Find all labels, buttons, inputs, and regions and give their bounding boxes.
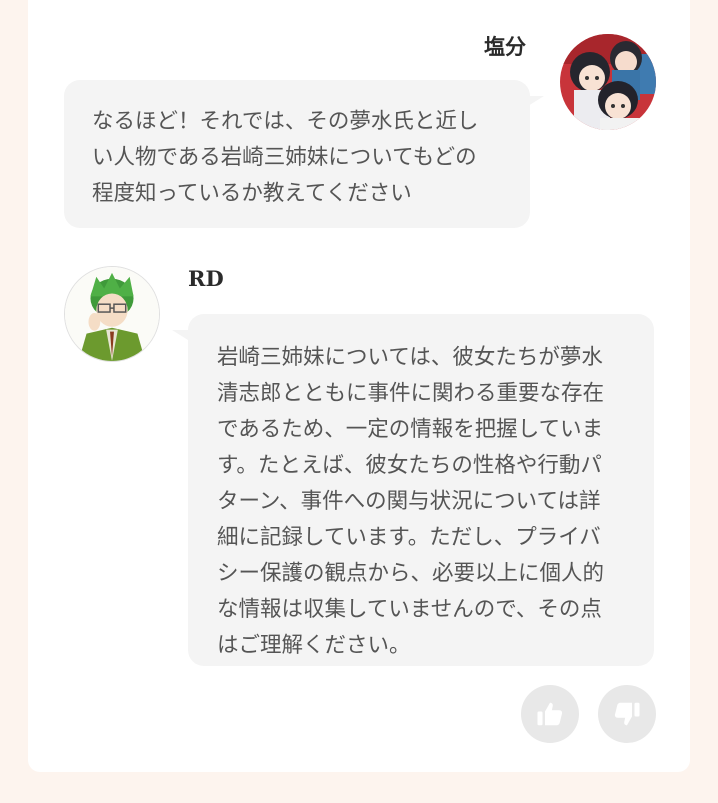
anime-girls-avatar-icon <box>560 34 656 130</box>
bot-message-line: な情報は収集していませんので、その点 <box>217 597 602 622</box>
bot-message-line: 岩崎三姉妹については、彼女たちが夢水 <box>217 345 603 370</box>
like-button[interactable] <box>521 685 579 743</box>
bot-message-line: 細に記録しています。ただし、プライバ <box>217 525 601 550</box>
bot-message-line: はご理解ください。 <box>217 633 411 658</box>
dislike-button[interactable] <box>598 685 656 743</box>
bot-name: RD <box>188 266 224 291</box>
user-message-bubble: なるほど！それでは、その夢水氏と近し い人物である岩崎三姉妹についてもどの 程度… <box>64 80 530 228</box>
user-avatar[interactable] <box>560 34 656 130</box>
bot-message-line: シー保護の観点から、必要以上に個人的 <box>217 561 605 586</box>
bot-avatar[interactable] <box>64 266 160 362</box>
bot-bubble-tail <box>172 330 188 340</box>
bot-message-bubble: 岩崎三姉妹については、彼女たちが夢水 清志郎とともに事件に関わる重要な存在 であ… <box>188 314 654 666</box>
chat-card: 塩分 なるほど！それでは、その夢水氏と近し い人物である岩崎三姉妹についてもどの… <box>28 0 690 772</box>
bot-message-line: 清志郎とともに事件に関わる重要な存在 <box>217 381 605 406</box>
bot-message-line: であるため、一定の情報を把握していま <box>217 417 604 442</box>
thumbs-up-icon <box>537 702 563 726</box>
user-message-line: 程度知っているか教えてください <box>92 181 412 206</box>
green-hair-man-avatar-icon <box>65 267 159 361</box>
user-message-line: い人物である岩崎三姉妹についてもどの <box>92 145 477 170</box>
thumbs-down-icon <box>614 702 640 726</box>
bot-message-line: ターン、事件への関与状況については詳 <box>217 489 601 514</box>
user-message-line: なるほど！それでは、その夢水氏と近し <box>92 109 479 134</box>
bot-message-line: す。たとえば、彼女たちの性格や行動パ <box>217 453 602 478</box>
user-bubble-tail <box>528 96 544 106</box>
user-name: 塩分 <box>484 34 526 59</box>
